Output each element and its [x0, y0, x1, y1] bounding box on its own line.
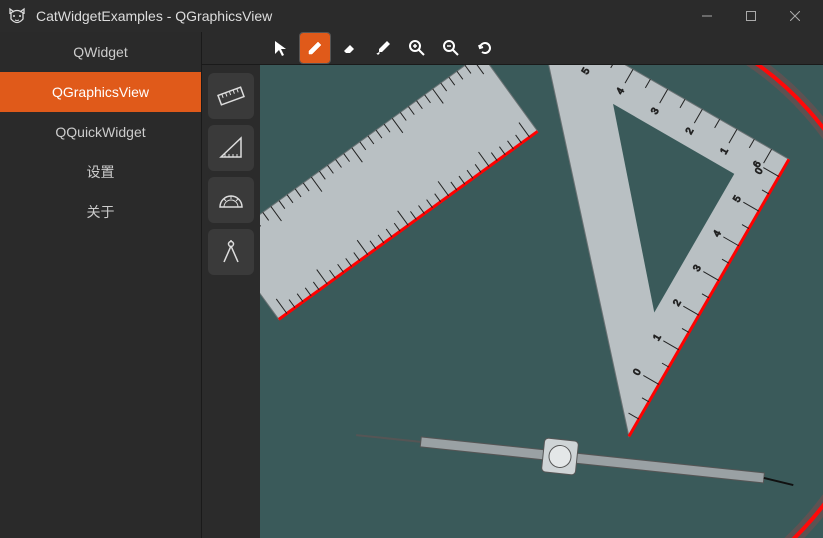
nav-label: 设置 — [87, 162, 115, 182]
nav-item-qgraphicsview[interactable]: QGraphicsView — [0, 72, 201, 112]
compass-shape[interactable] — [354, 418, 795, 498]
titlebar: CatWidgetExamples - QGraphicsView — [0, 0, 823, 32]
close-button[interactable] — [773, 2, 817, 30]
brush-tool-button[interactable] — [368, 33, 398, 63]
pointer-icon — [272, 39, 290, 57]
maximize-button[interactable] — [729, 2, 773, 30]
main-layout: QWidget QGraphicsView QQuickWidget 设置 关于 — [0, 32, 823, 538]
pencil-tool-button[interactable] — [300, 33, 330, 63]
zoom-in-button[interactable] — [402, 33, 432, 63]
zoom-in-icon — [408, 39, 426, 57]
window-title: CatWidgetExamples - QGraphicsView — [36, 8, 685, 24]
refresh-icon — [476, 39, 494, 57]
refresh-button[interactable] — [470, 33, 500, 63]
protractor-tool-button[interactable] — [208, 177, 254, 223]
shape-tool-sidebar — [202, 65, 260, 538]
window-controls — [685, 2, 817, 30]
nav-item-qquickwidget[interactable]: QQuickWidget — [0, 112, 201, 152]
ruler-shape[interactable] — [260, 65, 538, 319]
toolbar — [202, 32, 823, 65]
zoom-out-icon — [442, 39, 460, 57]
nav-label: QGraphicsView — [52, 84, 149, 100]
set-square-tool-button[interactable] — [208, 125, 254, 171]
pencil-icon — [306, 39, 324, 57]
nav-label: QQuickWidget — [55, 124, 145, 140]
graphics-canvas[interactable]: 0 1 2 3 4 5 6 0 1 2 — [260, 65, 823, 538]
eraser-icon — [340, 39, 358, 57]
navigation-sidebar: QWidget QGraphicsView QQuickWidget 设置 关于 — [0, 32, 202, 538]
zoom-out-button[interactable] — [436, 33, 466, 63]
ruler-icon — [216, 81, 246, 111]
nav-label: QWidget — [73, 44, 127, 60]
pointer-tool-button[interactable] — [266, 33, 296, 63]
ruler-tool-button[interactable] — [208, 73, 254, 119]
nav-item-settings[interactable]: 设置 — [0, 152, 201, 192]
compass-icon — [216, 237, 246, 267]
minimize-button[interactable] — [685, 2, 729, 30]
set-square-icon — [216, 133, 246, 163]
eraser-tool-button[interactable] — [334, 33, 364, 63]
app-icon — [6, 5, 28, 27]
nav-item-about[interactable]: 关于 — [0, 192, 201, 232]
brush-icon — [374, 39, 392, 57]
nav-label: 关于 — [87, 202, 115, 222]
nav-item-qwidget[interactable]: QWidget — [0, 32, 201, 72]
workspace: 0 1 2 3 4 5 6 0 1 2 — [202, 65, 823, 538]
compass-tool-button[interactable] — [208, 229, 254, 275]
content-area: 0 1 2 3 4 5 6 0 1 2 — [202, 32, 823, 538]
protractor-icon — [216, 185, 246, 215]
canvas-scene: 0 1 2 3 4 5 6 0 1 2 — [260, 65, 823, 538]
